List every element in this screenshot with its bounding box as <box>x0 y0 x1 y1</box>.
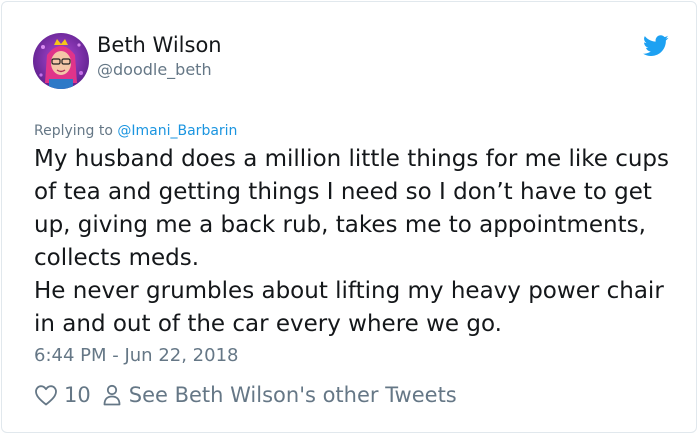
avatar[interactable] <box>33 33 89 89</box>
twitter-bird-icon[interactable] <box>643 35 669 57</box>
replying-to-line: Replying to @Imani_Barbarin <box>34 123 237 139</box>
see-other-tweets-label: See Beth Wilson's other Tweets <box>128 383 457 407</box>
like-button[interactable]: 10 <box>34 383 103 407</box>
replying-prefix: Replying to <box>34 123 118 139</box>
tweet-card: Beth Wilson @doodle_beth Replying to @Im… <box>1 1 697 433</box>
replying-to-link[interactable]: @Imani_Barbarin <box>117 123 237 139</box>
tweet-actions: 10 See Beth Wilson's other Tweets <box>34 380 457 410</box>
heart-icon <box>35 385 57 406</box>
tweet-timestamp[interactable]: 6:44 PM - Jun 22, 2018 <box>34 345 238 366</box>
tweet-text: My husband does a million little things … <box>34 146 670 337</box>
author-handle[interactable]: @doodle_beth <box>97 60 212 79</box>
see-other-tweets-link[interactable]: See Beth Wilson's other Tweets <box>103 383 457 407</box>
person-icon <box>103 384 121 406</box>
like-count: 10 <box>64 383 91 407</box>
author-name[interactable]: Beth Wilson <box>97 33 222 57</box>
